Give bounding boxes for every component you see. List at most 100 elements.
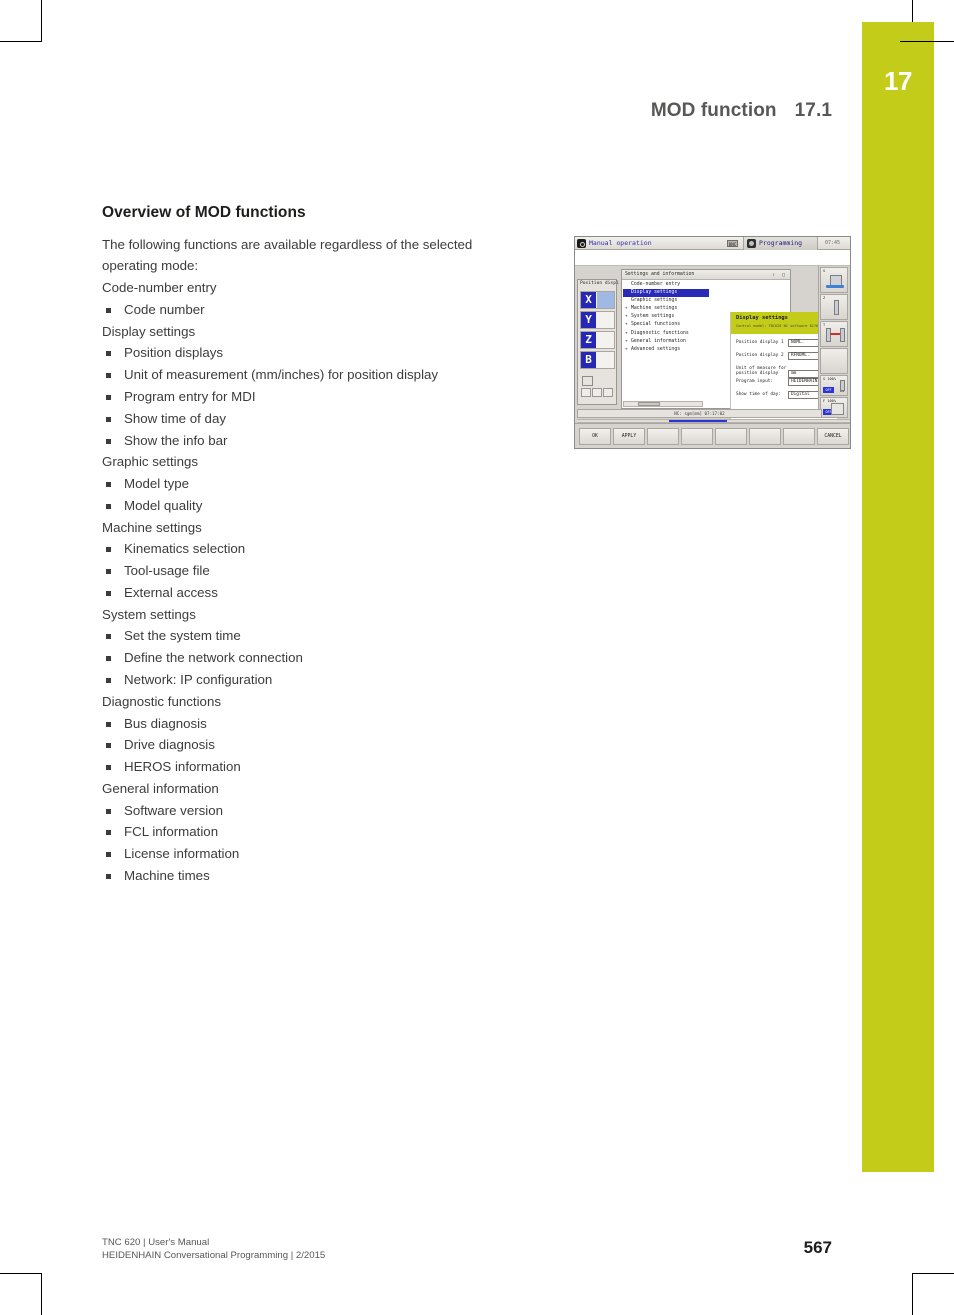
tnc-axis-row: Y [580,311,615,329]
group-heading: System settings [102,606,196,622]
tnc-tree-horizontal-scrollbar[interactable] [623,401,703,407]
list-item: External access [102,582,522,604]
drill-left-icon [826,328,831,342]
group-bullet-list: Set the system time Define the network co… [102,625,522,690]
tnc-clock: 07:45 [825,240,841,246]
tnc-spindle-tool[interactable]: S [820,267,848,293]
list-item: HEROS information [102,756,522,778]
tnc-tree-item[interactable]: Code-number entry [623,281,703,289]
mod-function-groups: Code-number entry Code number Display sett… [102,277,522,887]
running-header: MOD function 17.1 [0,100,832,122]
tnc-axis-value [597,312,614,328]
tnc-axis-letter: Z [581,332,596,348]
drill-right-icon [840,328,845,342]
tnc-tree-item[interactable]: Advanced settings [623,346,703,354]
group-bullet-list: Software version FCL information License i… [102,800,522,887]
tnc-axis-button[interactable] [592,388,602,397]
tnc-tool-change-tool[interactable]: T [820,321,848,347]
group-bullet-list: Kinematics selection Tool-usage file Exter… [102,538,522,603]
crop-mark-top-left-horizontal [0,41,42,42]
list-item: Show time of day [102,408,522,430]
list-item: Network: IP configuration [102,669,522,691]
tnc-mode-label: Manual operation [589,239,652,247]
group-bullet-list: Model type Model quality [102,473,522,517]
list-item: FCL information [102,821,522,843]
spindle-override-value: S 100% [823,377,836,381]
tnc-tool-tag: Z [823,296,826,300]
tnc-position-display-panel: Position displ X Y Z B [577,279,619,405]
list-item: Set the system time [102,625,522,647]
page-title: Overview of MOD functions [102,204,306,221]
tnc-softkey[interactable]: OK [579,428,611,445]
tnc-field-value: RFNOML. [791,353,810,359]
list-item: Model type [102,473,522,495]
tnc-settings-tree[interactable]: Code-number entry Display settings Graphic… [623,281,709,354]
tnc-softkey[interactable] [783,428,815,445]
tnc-field-value: NOML. [791,340,805,346]
tnc-blank-tool [820,348,848,374]
tnc-softkey[interactable] [647,428,679,445]
chapter-number: 17 [884,66,912,96]
group-heading: Diagnostic functions [102,693,221,709]
list-item: Bus diagnosis [102,713,522,735]
list-item: Code number [102,299,522,321]
tnc-spindle-override[interactable]: S 100% OFF ON [820,375,848,396]
tnc-programming-tab[interactable]: Programming [743,237,818,250]
tnc-axis-row: X [580,291,615,309]
tnc-progress-fill [669,420,727,422]
tnc-detail-title: Display settings [736,315,788,321]
tnc-axis-button[interactable] [603,388,613,397]
tnc-window-controls-icon[interactable]: ⇧ □ [772,272,787,278]
tnc-settings-window-title: Settings and information [625,271,695,277]
tnc-softkey[interactable] [749,428,781,445]
tnc-axis-letter: B [581,352,596,368]
list-item: Drive diagnosis [102,734,522,756]
list-item: Program entry for MDI [102,386,522,408]
tnc-field-value: HEIDENHAIN [791,379,818,385]
tnc-tool-tag: S [823,269,826,273]
tnc-tree-item[interactable]: System settings [623,313,703,321]
tnc-tree-item[interactable]: Display settings [623,289,709,298]
header-title: MOD function [650,100,777,121]
tnc-softkey[interactable]: CANCEL [817,428,849,445]
tnc-programming-label: Programming [759,239,803,247]
tnc-axis-value [597,332,614,348]
list-item: Kinematics selection [102,538,522,560]
tnc-tree-item[interactable]: Special functions [623,321,703,329]
list-item: Tool-usage file [102,560,522,582]
tnc-tree-item[interactable]: Machine settings [623,305,703,313]
tnc-field-value: Digital [791,392,810,398]
group-heading: Machine settings [102,519,202,535]
tnc-softkey[interactable] [715,428,747,445]
feed-wave-icon [831,403,844,415]
tnc-feed-override[interactable]: F 100% OFF ON [820,397,848,418]
tnc-tree-item[interactable]: General information [623,338,703,346]
list-item: Define the network connection [102,647,522,669]
tnc-settings-window: Settings and information ⇧ □ Code-number… [621,269,838,434]
tnc-drill-tool[interactable]: Z [820,294,848,320]
tnc-softkey-row: OK APPLY CANCEL [575,423,850,448]
group-bullet-list: Position displays Unit of measurement (mm… [102,342,522,451]
tnc-field-label-line2: position display [736,371,779,376]
tnc-scrollbar-thumb[interactable] [638,402,660,406]
tnc-tree-item[interactable]: Graphic settings [623,297,703,305]
tnc-field-label: Position display 1 [736,340,784,345]
tnc-settings-window-header: Settings and information ⇧ □ [622,270,790,280]
spindle-override-button[interactable]: OFF [823,387,834,393]
list-item: Model quality [102,495,522,517]
dnc-badge: DNC [727,240,738,247]
header-section-number: 17.1 [794,100,832,121]
list-item: Unit of measurement (mm/inches) for posi… [102,364,522,386]
tnc-tool-tag: T [823,323,826,327]
list-item: License information [102,843,522,865]
chapter-thumb-tab: 17 [862,22,934,1172]
tnc-axis-value [597,352,614,368]
tnc-softkey[interactable]: APPLY [613,428,645,445]
spindle-base-icon [826,285,844,288]
group-bullet-list: Code number [102,299,522,321]
tnc-softkey[interactable] [681,428,713,445]
drill-icon [834,300,839,315]
tnc-tree-item[interactable]: Diagnostic functions [623,330,703,338]
tnc-axis-button[interactable] [581,388,591,397]
crop-mark-bottom-left-horizontal [0,1273,42,1274]
